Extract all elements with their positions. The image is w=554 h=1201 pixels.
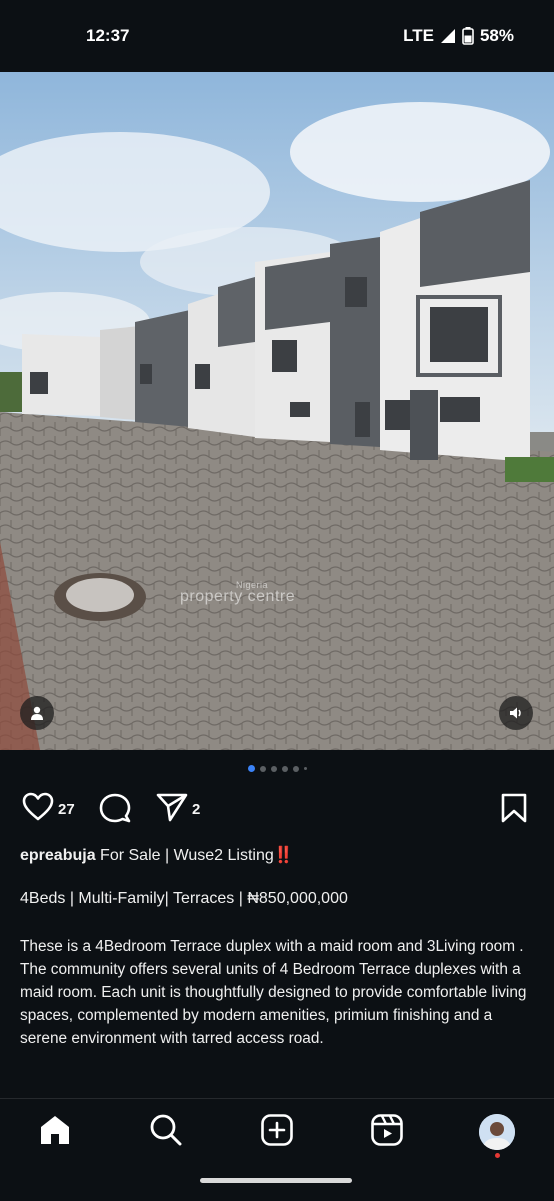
post-description: These is a 4Bedroom Terrace duplex with … xyxy=(20,938,527,1047)
bottom-nav xyxy=(0,1098,554,1201)
share-button[interactable]: 2 xyxy=(156,792,200,826)
home-icon xyxy=(38,1114,72,1151)
carousel-dot xyxy=(303,767,307,770)
nav-search[interactable] xyxy=(147,1113,185,1151)
status-time: 12:37 xyxy=(86,26,130,45)
speaker-icon xyxy=(508,705,524,721)
network-label: LTE xyxy=(403,26,434,45)
post-actions: 27 2 xyxy=(20,792,534,828)
nav-home[interactable] xyxy=(36,1113,74,1151)
home-indicator xyxy=(200,1178,352,1183)
battery-icon xyxy=(462,27,474,45)
save-button[interactable] xyxy=(500,792,528,828)
profile-avatar xyxy=(479,1114,515,1150)
post-title: For Sale | Wuse2 Listing xyxy=(100,847,274,864)
search-icon xyxy=(149,1113,183,1152)
shares-count: 2 xyxy=(192,800,201,818)
battery-percent: 58% xyxy=(479,26,514,45)
likes-count: 27 xyxy=(58,800,75,818)
username-link[interactable]: epreabuja xyxy=(20,847,96,864)
user-tags-button[interactable] xyxy=(20,696,54,730)
person-icon xyxy=(29,705,45,721)
nav-profile[interactable] xyxy=(478,1113,516,1151)
nav-reels[interactable] xyxy=(368,1113,406,1151)
heart-icon xyxy=(22,792,54,826)
reels-icon xyxy=(370,1113,404,1152)
post-image[interactable]: Nigeria property centre xyxy=(0,72,554,750)
status-indicators: LTE 58% xyxy=(403,26,514,46)
create-icon xyxy=(260,1113,294,1152)
carousel-dot xyxy=(247,765,255,772)
signal-icon xyxy=(440,28,456,44)
audio-button[interactable] xyxy=(499,696,533,730)
property-photo xyxy=(0,72,554,750)
post-tagline: 4Beds | Multi-Family| Terraces | ₦850,00… xyxy=(20,890,348,907)
carousel-dot xyxy=(259,765,266,772)
nav-create[interactable] xyxy=(258,1113,296,1151)
watermark: Nigeria property centre xyxy=(180,580,296,605)
carousel-dot xyxy=(270,765,277,772)
carousel-dot xyxy=(281,765,288,772)
send-icon xyxy=(156,792,188,826)
carousel-indicator xyxy=(0,765,554,772)
caption-header: epreabuja For Sale | Wuse2 Listing‼️ xyxy=(20,845,294,865)
double-exclamation-emoji: ‼️ xyxy=(273,847,294,864)
comment-button[interactable] xyxy=(98,792,132,828)
bookmark-icon xyxy=(500,792,528,828)
comment-icon xyxy=(98,792,132,828)
notification-dot xyxy=(495,1153,500,1158)
status-bar: 12:37 LTE 58% xyxy=(0,0,554,72)
carousel-dot xyxy=(292,765,299,772)
like-button[interactable]: 27 xyxy=(22,792,75,826)
